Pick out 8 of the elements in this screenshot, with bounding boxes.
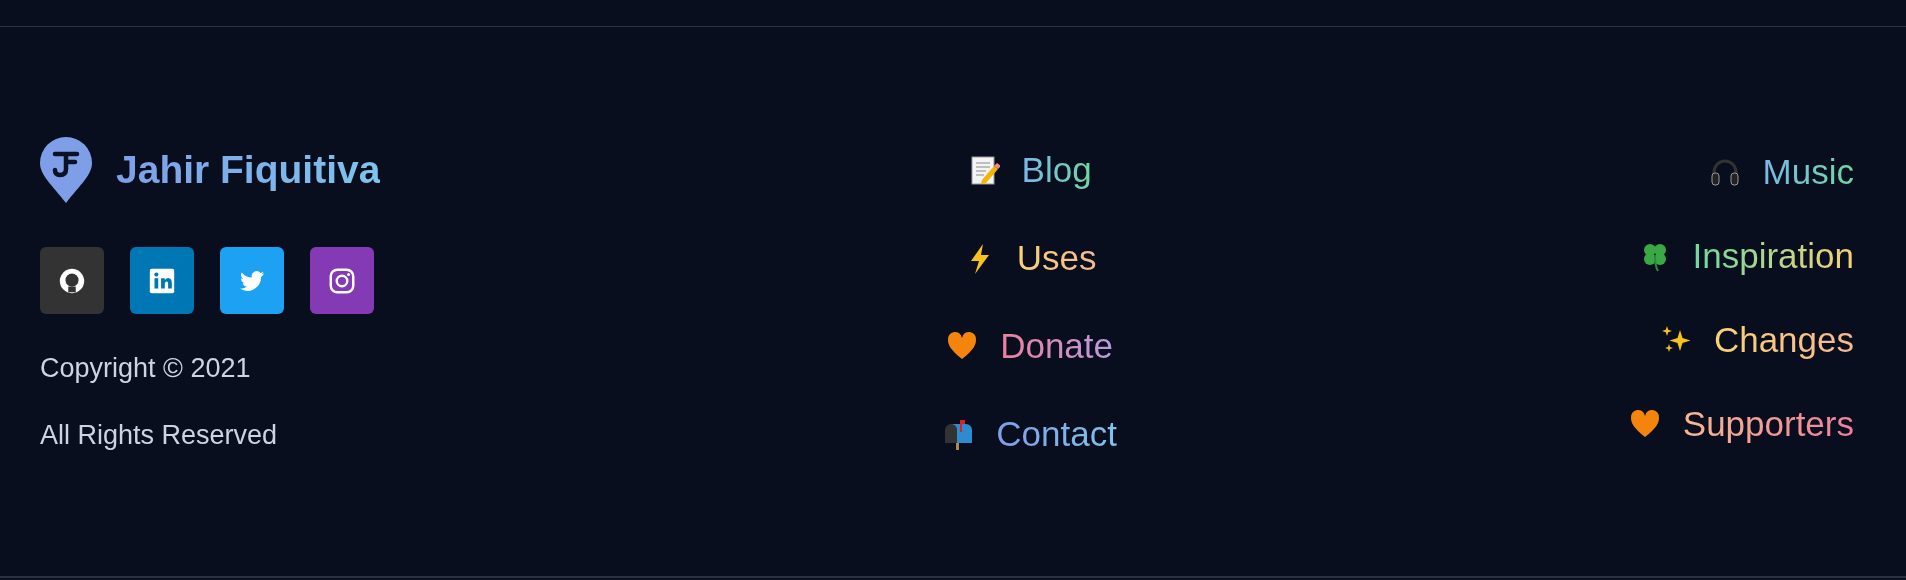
copyright-text: Copyright © 2021 [40, 352, 252, 385]
copyright-text: All Rights Reserved [40, 418, 279, 452]
social-button[interactable] [40, 247, 104, 314]
logo-icon [40, 137, 92, 203]
heart-icon [946, 330, 979, 362]
heart-icon [1628, 408, 1661, 440]
social-button[interactable] [310, 247, 374, 314]
mailbox-icon [942, 418, 975, 450]
